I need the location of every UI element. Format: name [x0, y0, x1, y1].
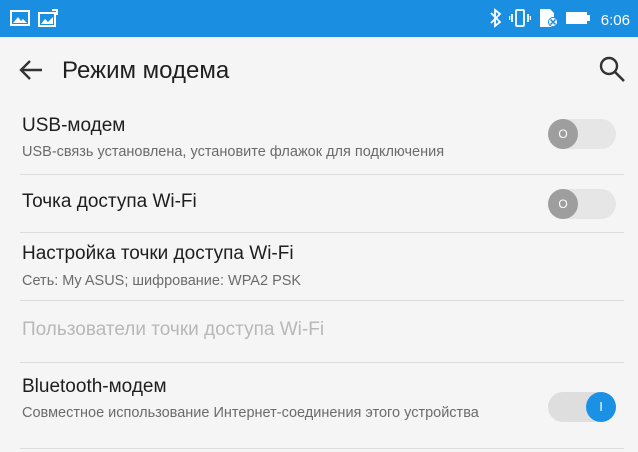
setting-bluetooth-modem[interactable]: Bluetooth-модем Совместное использование…	[0, 363, 638, 449]
settings-list: USB-модем USB-связь установлена, установ…	[0, 103, 638, 452]
page-title: Режим модема	[62, 57, 230, 84]
setting-hotspot-users: Пользователи точки доступа Wi-Fi	[0, 301, 638, 363]
toggle-thumb: O	[548, 119, 578, 149]
status-time: 6:06	[600, 12, 630, 29]
setting-usb-modem[interactable]: USB-модем USB-связь установлена, установ…	[0, 103, 638, 175]
search-icon[interactable]	[598, 55, 626, 83]
usb-modem-toggle[interactable]: O	[548, 119, 616, 149]
setting-subtitle: Сеть: My ASUS; шифрование: WPA2 PSK	[22, 273, 302, 289]
toggle-thumb: O	[548, 189, 578, 219]
divider	[20, 448, 624, 449]
status-bar: 6:06	[0, 0, 638, 37]
setting-title: USB-модем	[22, 115, 126, 136]
setting-subtitle: Совместное использование Интернет-соедин…	[22, 405, 479, 421]
bluetooth-modem-toggle[interactable]: I	[548, 392, 616, 422]
setting-hotspot-setup[interactable]: Настройка точки доступа Wi-Fi Сеть: My A…	[0, 233, 638, 301]
battery-icon	[565, 8, 591, 33]
no-sim-icon	[537, 8, 559, 33]
toggle-thumb: I	[586, 392, 616, 422]
image-notification-icon	[10, 9, 30, 32]
setting-title: Bluetooth-модем	[22, 376, 167, 397]
setting-wifi-hotspot[interactable]: Точка доступа Wi-Fi O	[0, 175, 638, 233]
setting-subtitle: USB-связь установлена, установите флажок…	[22, 144, 445, 160]
arrow-left-icon[interactable]	[18, 59, 44, 81]
bluetooth-icon	[489, 8, 503, 33]
setting-title: Точка доступа Wi-Fi	[22, 191, 197, 212]
setting-title: Настройка точки доступа Wi-Fi	[22, 243, 294, 264]
status-bar-left-icons	[10, 9, 58, 32]
toolbar: Режим модема	[0, 37, 638, 103]
setting-title: Пользователи точки доступа Wi-Fi	[22, 319, 325, 340]
vibrate-icon	[508, 8, 532, 33]
wifi-hotspot-toggle[interactable]: O	[548, 189, 616, 219]
status-bar-right-icons: 6:06	[489, 8, 630, 33]
photo-upload-icon	[38, 9, 58, 32]
